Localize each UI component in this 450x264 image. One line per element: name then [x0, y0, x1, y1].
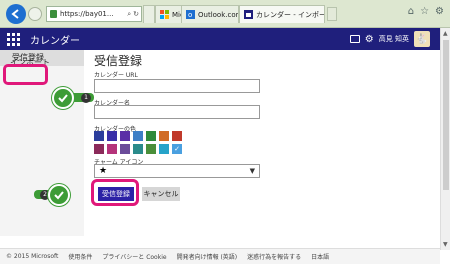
footer-link-privacy[interactable]: プライバシーと Cookie — [102, 252, 166, 261]
avatar[interactable]: 🐇 — [414, 31, 430, 47]
app-header: カレンダー ⚙ 高見 知英 🐇 — [0, 28, 440, 50]
app-launcher-icon[interactable] — [5, 31, 21, 47]
calendar-name-input[interactable] — [94, 105, 260, 119]
lock-icon — [50, 10, 57, 18]
refresh-icon[interactable]: ↻ — [133, 10, 139, 19]
home-icon[interactable]: ⌂ — [408, 6, 414, 17]
color-swatch[interactable] — [172, 131, 182, 141]
scroll-down-icon[interactable]: ▼ — [443, 241, 448, 248]
browser-chrome: https://bay01... ⌕↻ Micr... o Outlook.co… — [0, 0, 450, 28]
color-swatch[interactable] — [94, 131, 104, 141]
chevron-down-icon: ▼ — [249, 167, 255, 175]
scroll-up-icon[interactable]: ▲ — [443, 30, 448, 37]
page-title: 受信登録 — [94, 54, 143, 68]
color-swatch[interactable] — [133, 131, 143, 141]
color-swatch[interactable] — [120, 144, 130, 154]
tab-outlook[interactable]: o Outlook.com - takamichie... — [181, 5, 239, 23]
check-icon — [52, 87, 74, 109]
copyright-text: © 2015 Microsoft — [6, 253, 59, 260]
charm-icon-select[interactable]: ★ ▼ — [94, 164, 260, 178]
outlook-icon: o — [186, 10, 195, 19]
user-name[interactable]: 高見 知英 — [379, 34, 409, 44]
footer-link-terms[interactable]: 使用条件 — [68, 252, 92, 261]
tab-calendar[interactable]: カレンダー - インポートまたは... ✕ — [239, 5, 325, 23]
search-icon[interactable]: ⌕ — [127, 10, 131, 19]
color-swatch[interactable]: ✓ — [172, 144, 182, 154]
address-bar[interactable]: https://bay01... ⌕ ↻ — [46, 6, 142, 22]
calendar-icon — [244, 10, 253, 19]
footer-link-developers[interactable]: 開発者向け情報 (英語) — [177, 252, 238, 261]
sidebar: インポート 受信登録 — [0, 50, 84, 236]
calendar-url-input[interactable] — [94, 79, 260, 93]
footer-link-report-abuse[interactable]: 迷惑行為を報告する — [247, 252, 301, 261]
app-title: カレンダー — [30, 36, 80, 47]
chat-icon[interactable] — [349, 35, 360, 43]
step-badge: 1 — [81, 92, 91, 103]
forward-button[interactable] — [28, 7, 42, 21]
tab-label: Outlook.com - takamichie... — [198, 10, 239, 19]
cancel-button[interactable]: キャンセル — [142, 187, 180, 201]
footer: © 2015 Microsoft 使用条件 プライバシーと Cookie 開発者… — [0, 248, 440, 264]
color-picker: ✓ — [94, 131, 182, 154]
check-icon — [48, 184, 70, 206]
settings-gear-icon[interactable]: ⚙ — [365, 34, 374, 45]
scroll-thumb[interactable] — [443, 40, 449, 190]
footer-link-language[interactable]: 日本語 — [311, 252, 329, 261]
url-text: https://bay01... — [60, 10, 114, 18]
color-swatch[interactable] — [146, 131, 156, 141]
tab-label: カレンダー - インポートまたは... — [256, 10, 324, 19]
gear-icon[interactable]: ⚙ — [435, 6, 444, 17]
scrollbar[interactable]: ▲ ▼ — [440, 28, 450, 250]
microsoft-icon — [160, 10, 169, 19]
color-swatch[interactable] — [159, 144, 169, 154]
color-swatch[interactable] — [107, 131, 117, 141]
back-button[interactable] — [6, 4, 26, 24]
arrow-left-icon — [11, 9, 19, 19]
color-swatch[interactable] — [159, 131, 169, 141]
svg-text:o: o — [188, 11, 192, 19]
highlight-box — [3, 64, 48, 85]
color-swatch[interactable] — [94, 144, 104, 154]
color-swatch[interactable] — [146, 144, 156, 154]
color-swatch[interactable] — [107, 144, 117, 154]
tab-favicon[interactable] — [143, 5, 155, 23]
color-swatch[interactable] — [133, 144, 143, 154]
charm-icon-value: ★ — [99, 166, 108, 176]
star-icon[interactable]: ☆ — [420, 6, 429, 17]
subscribe-button[interactable]: 受信登録 — [98, 187, 134, 201]
subscribe-form: 受信登録 カレンダー URL カレンダー名 カレンダーの色 ✓ チャーム アイコ… — [84, 50, 440, 236]
calendar-url-label: カレンダー URL — [94, 72, 138, 79]
new-tab-button[interactable] — [327, 7, 337, 21]
color-swatch[interactable] — [120, 131, 130, 141]
